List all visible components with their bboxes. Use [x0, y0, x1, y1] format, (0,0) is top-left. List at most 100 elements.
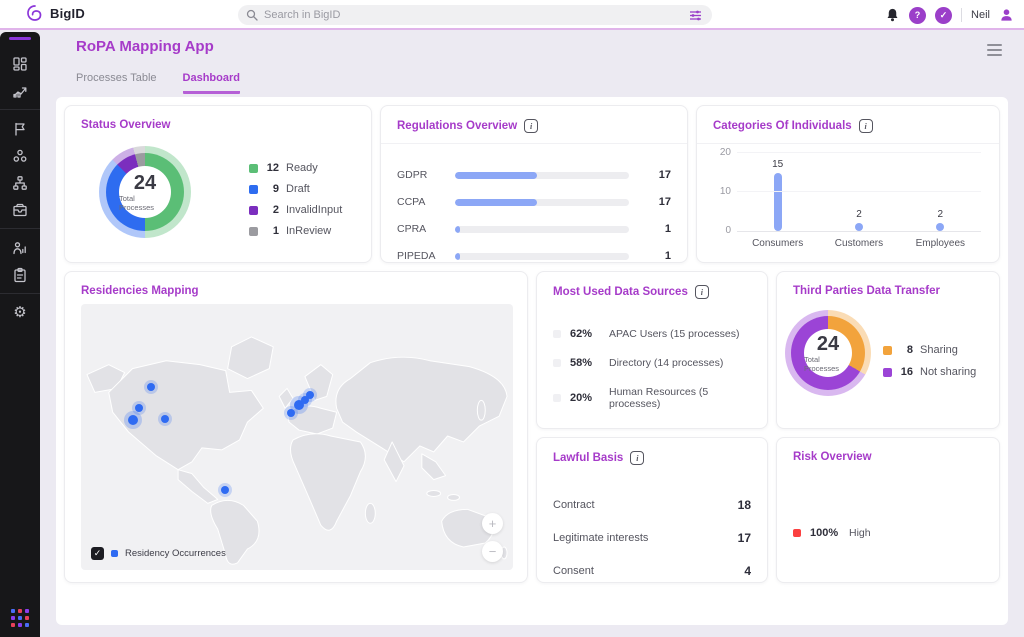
- sidebar-divider: [0, 109, 40, 110]
- residency-checkbox[interactable]: ✓: [91, 547, 104, 560]
- legend-count: 9: [265, 183, 279, 195]
- status-overview-card: Status Overview 24 Total Processes 12Rea…: [64, 105, 372, 263]
- card-title: Categories Of Individuals: [713, 120, 852, 132]
- bar[interactable]: [774, 173, 782, 232]
- tab-processes-table[interactable]: Processes Table: [76, 72, 157, 94]
- lawful-basis-value: 17: [738, 531, 751, 545]
- gridline: [737, 191, 981, 192]
- settings-gear-icon[interactable]: ⚙: [0, 302, 40, 323]
- hierarchy-icon[interactable]: [0, 172, 40, 193]
- map-zoom-controls: + −: [482, 513, 503, 562]
- app-dot: [11, 616, 15, 620]
- brand-name: BigID: [50, 6, 85, 21]
- legend-swatch: [249, 185, 258, 194]
- bigid-logo[interactable]: BigID: [26, 4, 85, 22]
- legend-count: 8: [899, 344, 913, 356]
- x-tick-label: Consumers: [743, 238, 813, 249]
- regulation-value: 17: [629, 196, 671, 208]
- user-name: Neil: [971, 9, 990, 21]
- data-source-percent: 62%: [570, 328, 600, 340]
- app-dot: [25, 609, 29, 613]
- info-icon[interactable]: i: [524, 119, 538, 133]
- y-tick-label: 0: [711, 225, 731, 236]
- total-processes-label: Total Processes: [119, 194, 171, 212]
- regulation-value: 1: [629, 250, 671, 262]
- data-source-row: 20%Human Resources (5 processes): [537, 386, 767, 410]
- residency-dot[interactable]: [287, 409, 295, 417]
- residency-dot[interactable]: [147, 383, 155, 391]
- flag-icon[interactable]: [0, 118, 40, 139]
- lawful-basis-row: Legitimate interests17: [537, 531, 767, 545]
- legend-swatch: [249, 206, 258, 215]
- dashboard-icon[interactable]: [0, 53, 40, 74]
- gridline: [737, 152, 981, 153]
- analytics-icon[interactable]: [0, 80, 40, 101]
- regulation-row: GDPR17: [381, 169, 687, 181]
- user-analytics-icon[interactable]: [0, 237, 40, 258]
- legend-label: InReview: [286, 225, 331, 237]
- bar-column: 15: [743, 159, 813, 232]
- info-icon[interactable]: i: [630, 451, 644, 465]
- bar-value-label: 2: [856, 209, 862, 220]
- tasks-check-icon[interactable]: ✓: [935, 7, 952, 24]
- bar-fill: [455, 199, 537, 206]
- risk-label: High: [849, 527, 871, 539]
- dashboard-panel: Status Overview 24 Total Processes 12Rea…: [56, 97, 1008, 625]
- regulations-overview-card: Regulations Overview i GDPR17CCPA17CPRA1…: [380, 105, 688, 263]
- bar-track: [455, 172, 629, 179]
- page-menu-icon[interactable]: [987, 44, 1002, 56]
- map-legend-label: Residency Occurrences: [125, 548, 226, 559]
- regulation-value: 1: [629, 223, 671, 235]
- bar-track: [455, 226, 629, 233]
- residency-dot[interactable]: [128, 415, 138, 425]
- categories-bar-chart: 1522 01020: [737, 154, 981, 232]
- search-input[interactable]: [264, 9, 680, 21]
- total-processes-value: 24: [134, 173, 156, 194]
- card-title: Regulations Overview: [397, 120, 517, 132]
- bar[interactable]: [936, 223, 944, 231]
- legend-label: Draft: [286, 183, 310, 195]
- x-tick-label: Customers: [824, 238, 894, 249]
- legend-item: 12Ready: [249, 162, 342, 174]
- info-icon[interactable]: i: [859, 119, 873, 133]
- status-donut-chart: 24 Total Processes: [99, 146, 191, 238]
- apps-launcher-icon[interactable]: [11, 609, 29, 627]
- legend-swatch: [249, 164, 258, 173]
- residency-dot-swatch: [111, 550, 118, 557]
- help-icon[interactable]: ?: [909, 7, 926, 24]
- app-dot: [25, 616, 29, 620]
- regulations-bars: GDPR17CCPA17CPRA1PIPEDA1: [381, 144, 687, 262]
- legend-label: Sharing: [920, 344, 958, 356]
- card-title: Third Parties Data Transfer: [793, 285, 940, 297]
- card-title: Most Used Data Sources: [553, 286, 688, 298]
- world-map[interactable]: ✓ Residency Occurrences + −: [81, 304, 513, 570]
- bar-value-label: 2: [938, 209, 944, 220]
- search-filter-icon[interactable]: [686, 7, 704, 23]
- most-used-data-sources-card: Most Used Data Sources i 62%APAC Users (…: [536, 271, 768, 429]
- groups-icon[interactable]: [0, 145, 40, 166]
- status-legend: 12Ready9Draft2InvalidInput1InReview: [249, 162, 342, 237]
- y-tick-label: 10: [711, 186, 731, 197]
- y-tick-label: 20: [711, 147, 731, 158]
- user-avatar-icon[interactable]: [999, 7, 1014, 23]
- clipboard-icon[interactable]: [0, 264, 40, 285]
- zoom-out-button[interactable]: −: [482, 541, 503, 562]
- bar-fill: [455, 172, 537, 179]
- notifications-bell-icon[interactable]: [885, 7, 900, 23]
- third-parties-data-transfer-card: Third Parties Data Transfer 24 Total Pro…: [776, 271, 1000, 429]
- archive-icon[interactable]: [0, 199, 40, 220]
- top-bar: BigID ? ✓ Neil: [0, 0, 1024, 30]
- bar[interactable]: [855, 223, 863, 231]
- topbar-actions: ? ✓ Neil: [885, 3, 1014, 27]
- tab-dashboard[interactable]: Dashboard: [183, 72, 240, 94]
- risk-list: 100% High: [777, 527, 999, 539]
- app-dot: [18, 623, 22, 627]
- zoom-in-button[interactable]: +: [482, 513, 503, 534]
- lawful-basis-label: Consent: [553, 565, 594, 577]
- legend-item: 1InReview: [249, 225, 342, 237]
- regulation-row: PIPEDA1: [381, 250, 687, 262]
- data-source-label: Directory (14 processes): [609, 357, 723, 369]
- legend-label: Ready: [286, 162, 318, 174]
- info-icon[interactable]: i: [695, 285, 709, 299]
- risk-percent: 100%: [810, 527, 840, 539]
